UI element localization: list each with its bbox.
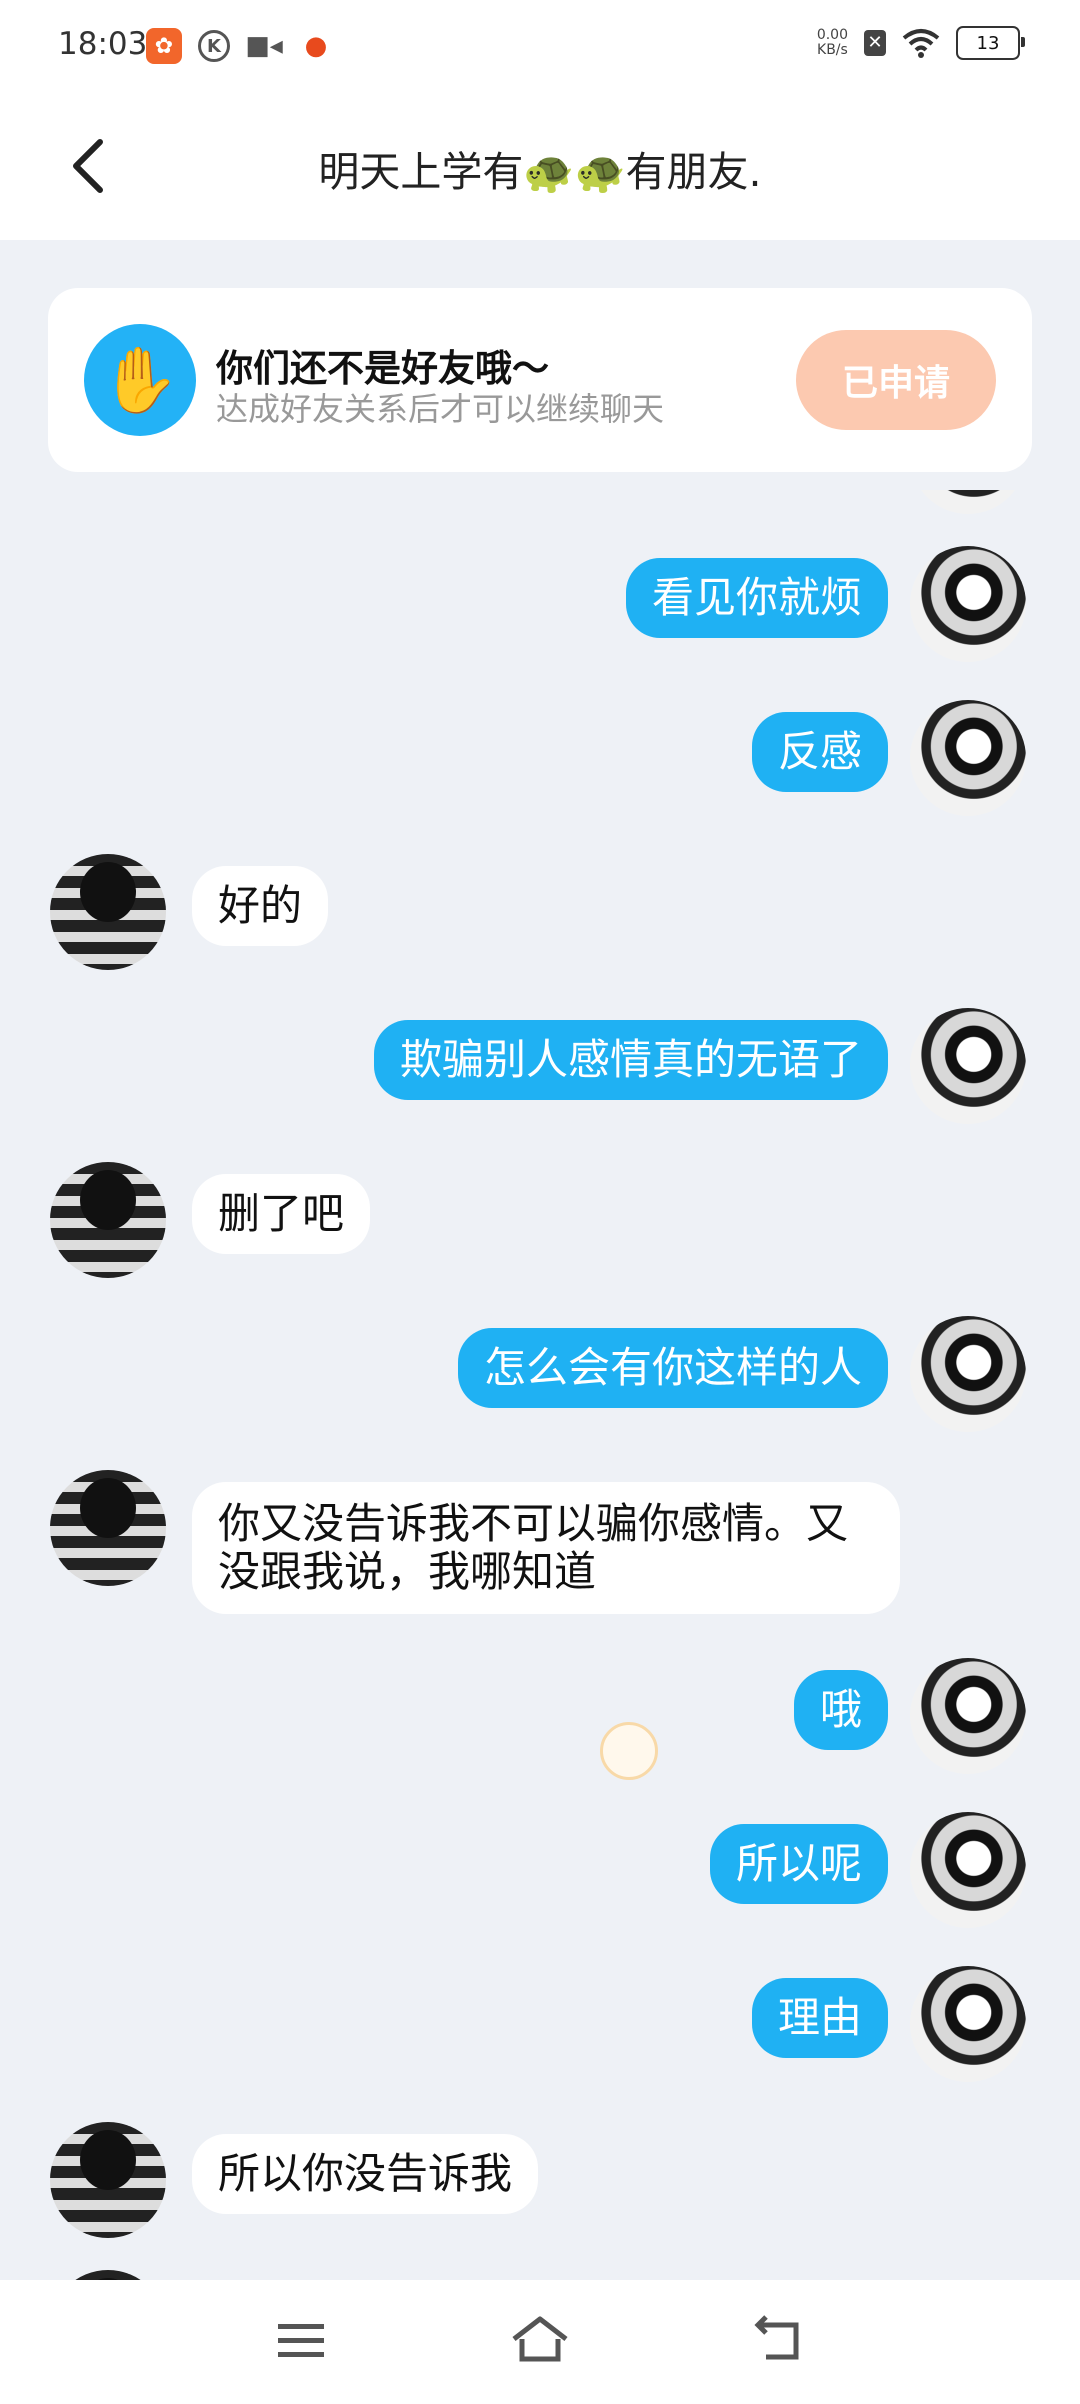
avatar[interactable] bbox=[50, 1162, 166, 1278]
wifi-icon bbox=[902, 29, 940, 58]
menu-icon bbox=[278, 2324, 324, 2357]
status-bar: 18:03 ✿ K ■◂ ● 0.00 KB/s ✕ 13 bbox=[0, 0, 1080, 96]
game-icon: ● bbox=[304, 31, 328, 61]
loading-spinner-icon bbox=[600, 1722, 658, 1780]
message-bubble[interactable]: 哦 bbox=[793, 1670, 888, 1750]
net-speed: 0.00 KB/s bbox=[816, 27, 848, 58]
message-bubble[interactable]: 删了吧 bbox=[192, 1174, 371, 1254]
avatar[interactable] bbox=[910, 1812, 1026, 1928]
avatar[interactable] bbox=[910, 1316, 1026, 1432]
app-icon: ✿ bbox=[146, 28, 182, 64]
message-bubble[interactable]: 欺骗别人感情真的无语了 bbox=[373, 1020, 888, 1100]
message-bubble[interactable]: 反感 bbox=[751, 712, 888, 792]
avatar[interactable] bbox=[910, 490, 1026, 514]
avatar[interactable] bbox=[50, 1470, 166, 1586]
applied-button[interactable]: 已申请 bbox=[796, 330, 996, 430]
status-right-icons: 0.00 KB/s ✕ 13 bbox=[816, 26, 1025, 60]
banner-subtitle: 达成好友关系后才可以继续聊天 bbox=[216, 390, 665, 428]
system-nav-bar bbox=[0, 2280, 1080, 2404]
message-bubble[interactable]: 所以呢 bbox=[709, 1824, 888, 1904]
status-time: 18:03 bbox=[58, 26, 148, 62]
k-icon: K bbox=[198, 30, 230, 62]
message-bubble[interactable]: 怎么会有你这样的人 bbox=[457, 1328, 888, 1408]
home-icon bbox=[512, 2316, 568, 2362]
menu-button[interactable] bbox=[266, 2310, 336, 2370]
avatar[interactable] bbox=[910, 700, 1026, 816]
message-bubble[interactable]: 好的 bbox=[192, 866, 329, 946]
status-app-icons: ✿ K ■◂ ● bbox=[146, 28, 334, 64]
avatar[interactable] bbox=[910, 1658, 1026, 1774]
battery-icon: 13 bbox=[956, 26, 1025, 60]
battery-level: 13 bbox=[976, 32, 1000, 54]
home-button[interactable] bbox=[505, 2310, 575, 2370]
not-friends-banner: ✋ 你们还不是好友哦～ 达成好友关系后才可以继续聊天 已申请 bbox=[48, 288, 1032, 472]
avatar[interactable] bbox=[50, 854, 166, 970]
avatar[interactable] bbox=[910, 546, 1026, 662]
chat-header: 明天上学有🐢🐢有朋友. bbox=[0, 96, 1080, 240]
chat-title: 明天上学有🐢🐢有朋友. bbox=[318, 148, 762, 196]
return-icon bbox=[754, 2315, 799, 2360]
video-icon: ■◂ bbox=[245, 31, 283, 61]
message-bubble[interactable]: 理由 bbox=[751, 1978, 888, 2058]
sim-off-icon: ✕ bbox=[864, 30, 886, 56]
back-nav-button[interactable] bbox=[744, 2310, 814, 2370]
message-bubble[interactable]: 看见你就烦 bbox=[625, 558, 888, 638]
avatar[interactable] bbox=[910, 1008, 1026, 1124]
message-bubble[interactable]: 所以你没告诉我 bbox=[192, 2134, 539, 2214]
avatar[interactable] bbox=[910, 1966, 1026, 2082]
wave-hand-icon: ✋ bbox=[84, 324, 196, 436]
avatar[interactable] bbox=[50, 2122, 166, 2238]
message-list[interactable]: 看见你就烦 反感 好的 欺骗别人感情真的无语了 删了吧 怎么会有你这样的人 你又… bbox=[0, 490, 1080, 2280]
message-bubble[interactable]: 你又没告诉我不可以骗你感情。又没跟我说，我哪知道 bbox=[192, 1482, 900, 1614]
avatar[interactable] bbox=[50, 2270, 166, 2280]
